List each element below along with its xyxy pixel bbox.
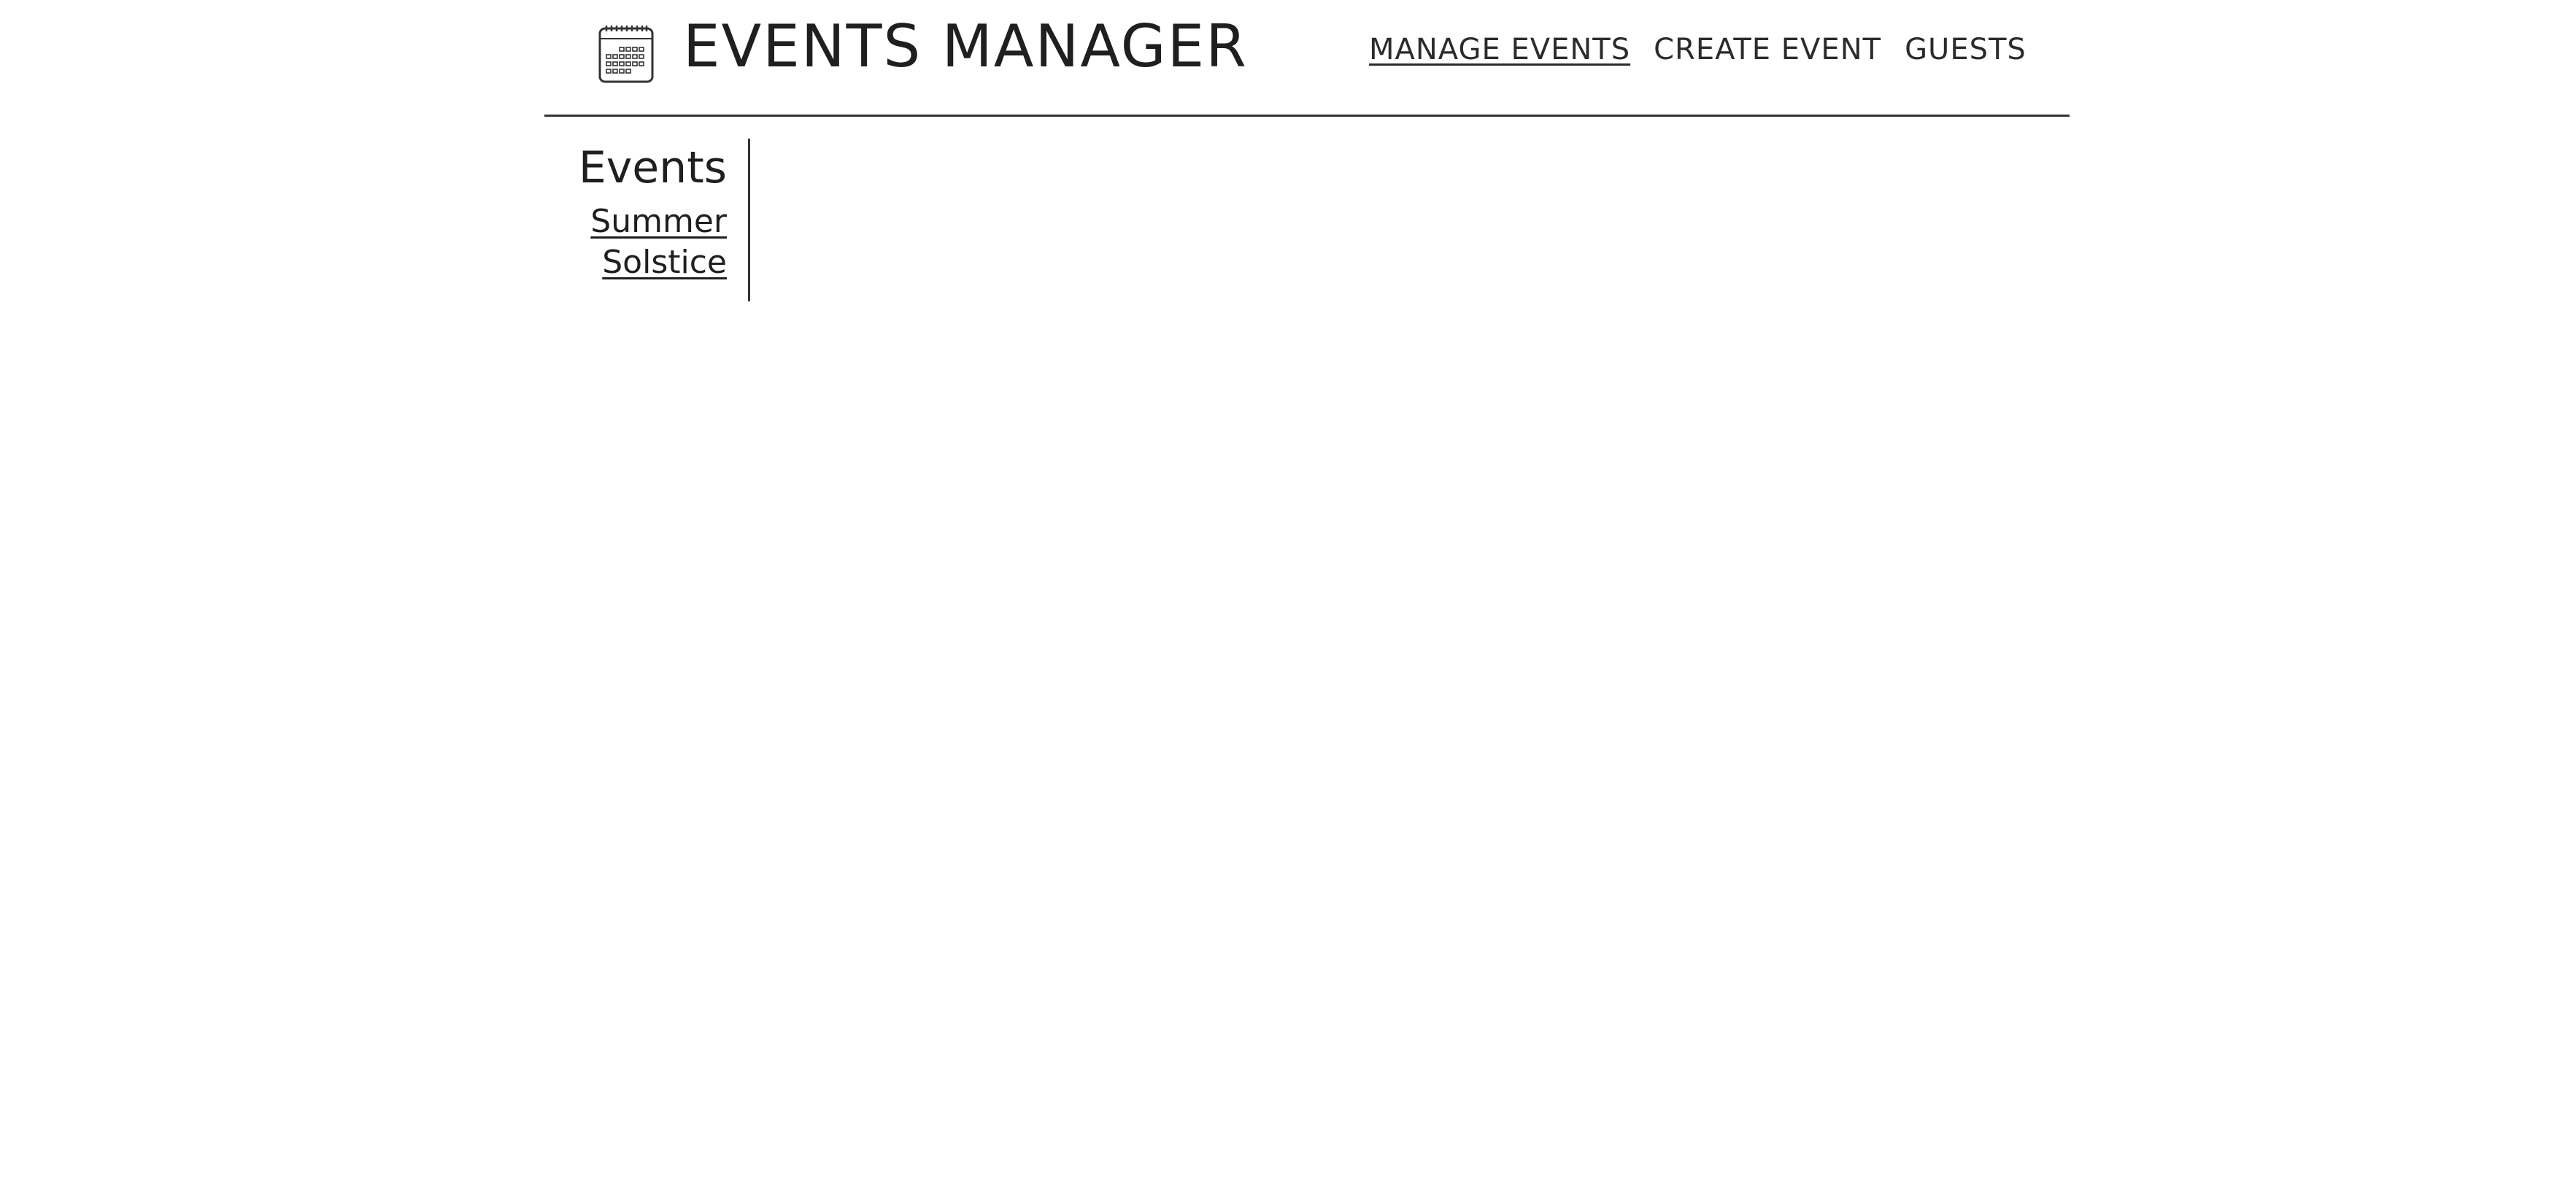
nav-create-event[interactable]: CREATE EVENT <box>1654 29 1881 70</box>
list-item: Summer Solstice <box>544 201 727 283</box>
sidebar-title: Events <box>578 142 727 193</box>
nav-manage-events[interactable]: MANAGE EVENTS <box>1369 29 1630 70</box>
site-header: EVENTS MANAGER MANAGE EVENTS CREATE EVEN… <box>544 0 2070 117</box>
main-nav: MANAGE EVENTS CREATE EVENT GUESTS <box>1369 29 2027 70</box>
event-link-summer-solstice[interactable]: Summer Solstice <box>590 203 727 281</box>
events-sidebar: Events Summer Solstice <box>544 139 750 301</box>
events-list: Summer Solstice <box>544 201 727 283</box>
nav-guests[interactable]: GUESTS <box>1905 29 2027 70</box>
page: EVENTS MANAGER MANAGE EVENTS CREATE EVEN… <box>0 0 2576 1198</box>
app-title: EVENTS MANAGER <box>683 12 1248 80</box>
calendar-icon <box>598 24 655 84</box>
